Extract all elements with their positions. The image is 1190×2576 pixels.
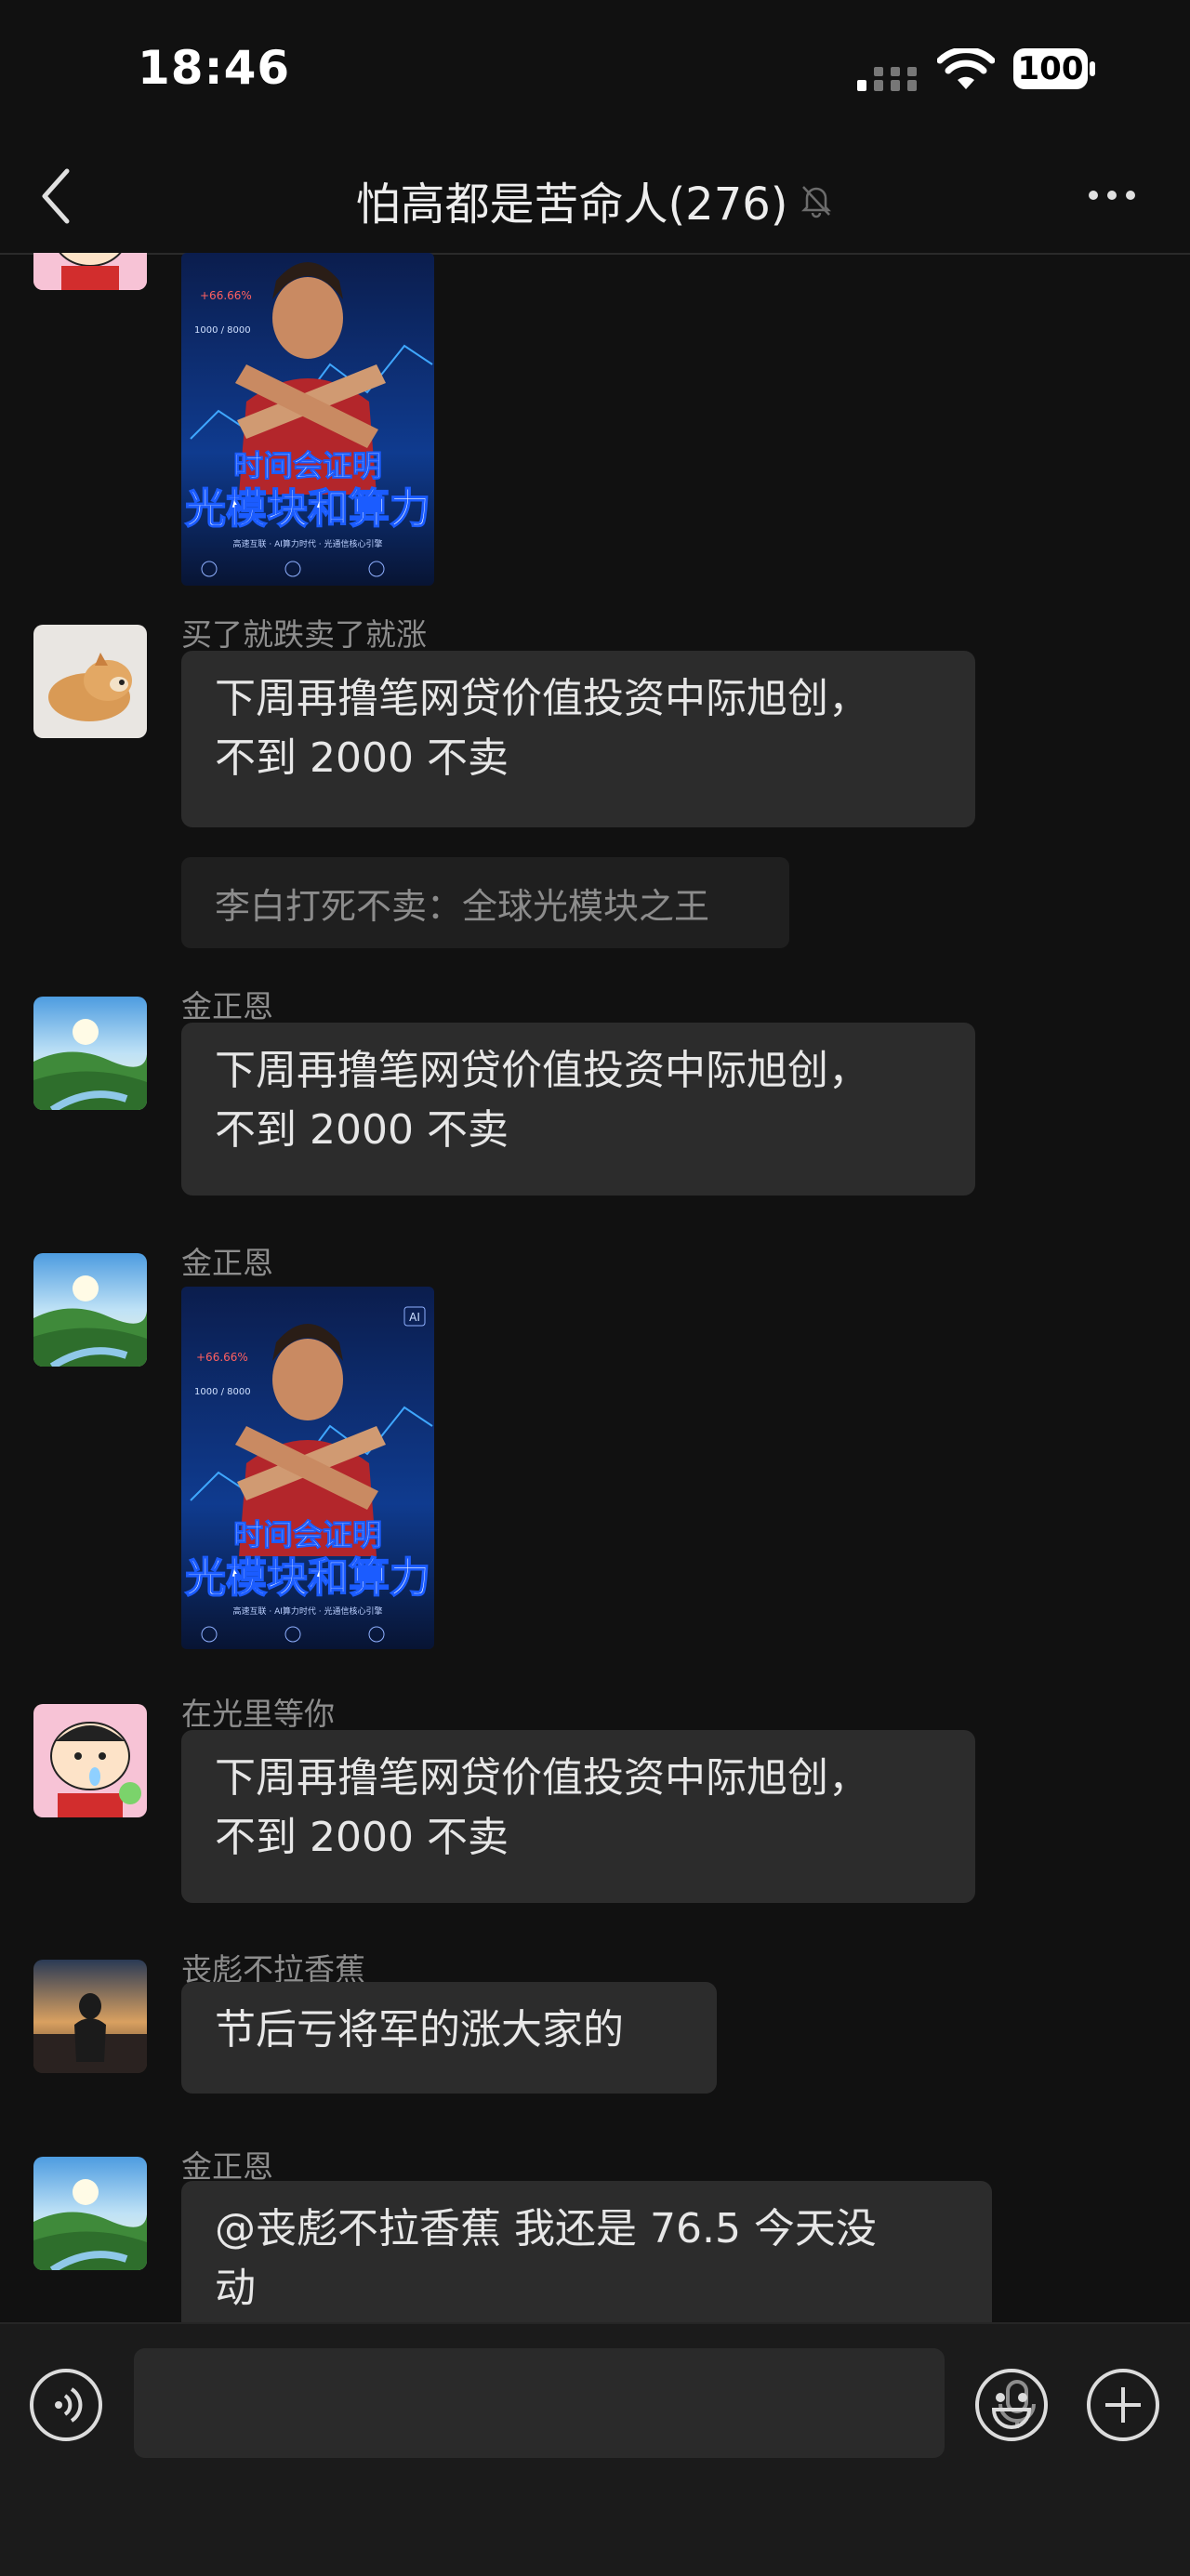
message-bubble[interactable]: 下周再撸笔网贷价值投资中际旭创， 不到 2000 不卖 [181,651,975,827]
avatar[interactable] [33,625,147,738]
add-plus-icon[interactable] [1085,2367,1161,2443]
message-bubble[interactable]: 下周再撸笔网贷价值投资中际旭创， 不到 2000 不卖 [181,1730,975,1903]
message-bubble[interactable]: 下周再撸笔网贷价值投资中际旭创， 不到 2000 不卖 [181,1023,975,1196]
sender-name: 金正恩 [181,988,273,1024]
more-options-icon[interactable] [1086,186,1138,205]
svg-text:光模块和算力: 光模块和算力 [185,485,430,533]
svg-text:高速互联 · AI算力时代 · 光通信核心引擎: 高速互联 · AI算力时代 · 光通信核心引擎 [233,538,383,549]
stock-poster-image[interactable]: +66.66% 1000 / 8000 时间会证明 光模块和算力 高速互联 · … [181,253,434,586]
poster-small: 1000 / 8000 [194,1387,251,1397]
emoji-icon[interactable] [973,2367,1050,2443]
chat-header: 怕高都是苦命人(276) [0,139,1190,255]
avatar[interactable] [33,1253,147,1367]
svg-text:1000 / 8000: 1000 / 8000 [194,325,251,336]
avatar[interactable] [33,1704,147,1817]
message-text-line: 下周再撸笔网贷价值投资中际旭创， [215,1047,869,1094]
quoted-text: 李白打死不卖：全球光模块之王 [215,886,710,927]
message-bubble[interactable]: 节后亏将军的涨大家的 [181,1982,717,2094]
svg-text:+66.66%: +66.66% [200,289,252,302]
message-text-line: 不到 2000 不卖 [215,734,509,782]
message-text-line: @丧彪不拉香蕉 我还是 76.5 今天没 [215,2205,877,2252]
chat-title: 怕高都是苦命人(276) [355,178,788,231]
status-time: 18:46 [138,41,291,95]
stock-poster-image[interactable]: AI +66.66% 1000 / 8000 时间会证明 光模块和算力 高速互联… [181,1287,434,1649]
message-text-line: 下周再撸笔网贷价值投资中际旭创， [215,1754,869,1802]
poster-foot: 高速互联 · AI算力时代 · 光通信核心引擎 [233,1605,383,1617]
message-input-field[interactable] [134,2348,1036,2458]
avatar[interactable] [33,253,147,290]
message-text-line: 不到 2000 不卖 [215,1106,509,1154]
battery-level: 100 [1017,50,1084,87]
poster-stat: +66.66% [196,1351,248,1364]
voice-input-icon[interactable] [28,2367,104,2443]
cellular-signal-icon [857,67,917,91]
message-text-line: 下周再撸笔网贷价值投资中际旭创， [215,675,869,722]
avatar[interactable] [33,1960,147,2073]
sender-name: 金正恩 [181,2148,273,2185]
chat-message-list[interactable]: +66.66% 1000 / 8000 时间会证明 光模块和算力 高速互联 · … [0,253,1190,2322]
svg-text:时间会证明: 时间会证明 [233,448,382,483]
poster-line2: 光模块和算力 [185,1554,430,1602]
sender-name: 买了就跌卖了就涨 [181,616,427,653]
status-bar: 18:46 100 [0,0,1190,139]
wifi-icon [937,48,995,89]
sender-name: 在光里等你 [181,1696,335,1732]
avatar[interactable] [33,997,147,1110]
poster-line1: 时间会证明 [233,1517,382,1552]
message-bubble[interactable]: @丧彪不拉香蕉 我还是 76.5 今天没 动 [181,2181,992,2322]
message-text: 节后亏将军的涨大家的 [215,2006,624,2054]
muted-bell-icon [800,186,831,218]
svg-text:AI: AI [409,1311,420,1324]
sender-name: 金正恩 [181,1245,273,1281]
message-text-line: 不到 2000 不卖 [215,1814,509,1861]
message-text-line: 动 [215,2265,256,2312]
avatar[interactable] [33,2157,147,2270]
quoted-reply[interactable]: 李白打死不卖：全球光模块之王 [181,857,789,948]
input-bar [0,2322,1190,2576]
